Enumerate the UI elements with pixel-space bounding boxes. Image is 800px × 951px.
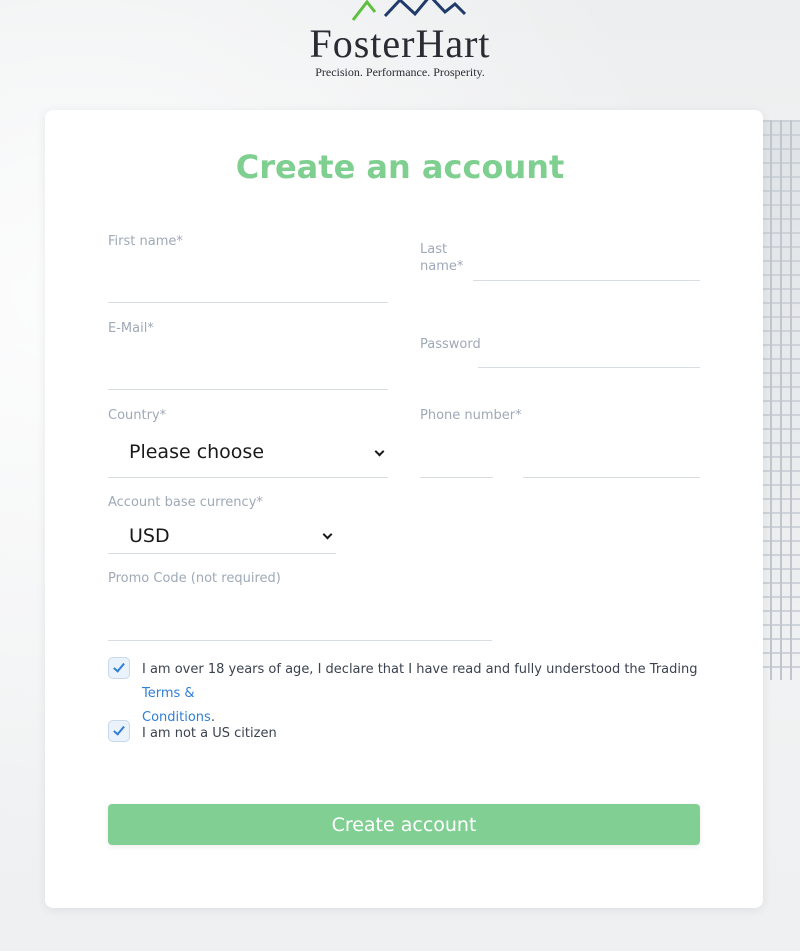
brand-tagline: Precision. Performance. Prosperity.: [315, 65, 485, 79]
brand-logo: FosterHart Precision. Performance. Prosp…: [0, 0, 800, 90]
last-name-input[interactable]: [473, 280, 700, 281]
us-citizen-checkbox[interactable]: [108, 720, 130, 742]
phone-label: Phone number*: [420, 408, 522, 423]
currency-select[interactable]: USD: [129, 525, 170, 547]
country-select[interactable]: Please choose: [129, 441, 264, 463]
promo-input[interactable]: [108, 640, 492, 641]
currency-label: Account base currency*: [108, 495, 263, 510]
country-select-underline: [108, 477, 388, 478]
promo-label: Promo Code (not required): [108, 571, 281, 586]
brand-name: FosterHart: [309, 21, 491, 66]
checkmark-icon: [113, 723, 125, 736]
page-title: Create an account: [235, 148, 565, 186]
first-name-label: First name*: [108, 234, 183, 249]
currency-select-underline: [108, 553, 336, 554]
us-citizen-text: I am not a US citizen: [142, 726, 277, 741]
checkmark-icon: [113, 660, 125, 673]
terms-checkbox[interactable]: [108, 657, 130, 679]
background-building: [760, 120, 800, 680]
email-label: E-Mail*: [108, 321, 154, 336]
phone-number-input[interactable]: [523, 477, 700, 478]
first-name-input[interactable]: [108, 302, 388, 303]
country-label: Country*: [108, 408, 167, 423]
terms-link[interactable]: Terms &: [142, 686, 195, 701]
terms-text: I am over 18 years of age, I declare tha…: [142, 658, 702, 730]
terms-text-main: I am over 18 years of age, I declare tha…: [142, 662, 698, 677]
phone-code-input[interactable]: [420, 477, 493, 478]
password-label: Password: [420, 337, 481, 352]
last-name-label-line1: Last: [420, 242, 448, 257]
last-name-label-line2: name*: [420, 259, 464, 274]
create-account-button[interactable]: Create account: [108, 804, 700, 845]
email-input[interactable]: [108, 389, 388, 390]
password-input[interactable]: [478, 367, 700, 368]
